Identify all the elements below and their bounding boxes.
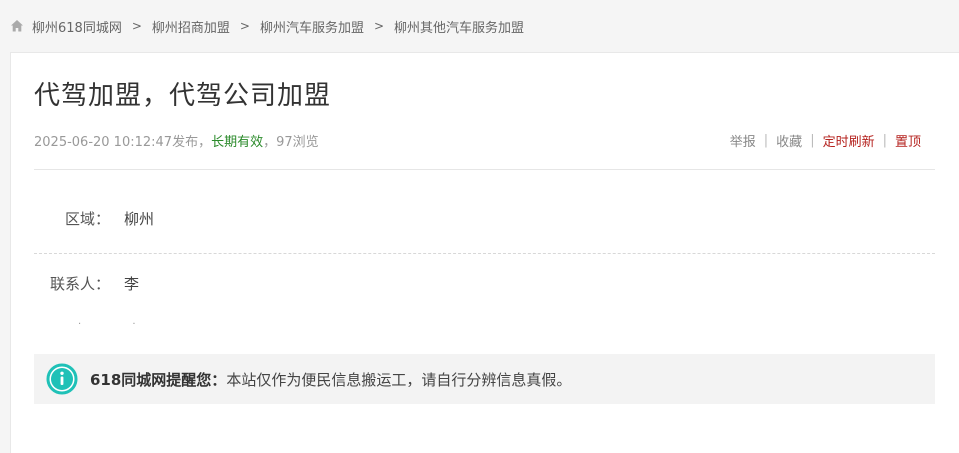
post-card: 代驾加盟，代驾公司加盟 2025-06-20 10:12:47发布，长期有效，9…	[10, 52, 959, 453]
region-value: 柳州	[124, 210, 155, 228]
notice-body: 本站仅作为便民信息搬运工，请自行分辨信息真假。	[226, 370, 572, 389]
field-divider	[34, 253, 935, 254]
region-row: 区域： 柳州	[34, 208, 935, 229]
notice-title: 618同城网提醒您：	[90, 370, 227, 389]
hidden-field-dots: · ·	[78, 319, 160, 330]
action-divider: |	[763, 133, 769, 148]
region-label: 区域：	[64, 210, 110, 228]
scheduled-refresh-link[interactable]: 定时刷新	[823, 131, 875, 150]
action-divider: |	[810, 133, 815, 148]
breadcrumb-item-other-auto-service[interactable]: 柳州其他汽车服务加盟	[394, 17, 524, 36]
notice-text: 618同城网提醒您：本站仅作为便民信息搬运工，请自行分辨信息真假。	[90, 369, 571, 390]
favorite-link[interactable]: 收藏	[776, 131, 802, 150]
home-icon[interactable]	[10, 19, 24, 33]
safety-notice: 618同城网提醒您：本站仅作为便民信息搬运工，请自行分辨信息真假。	[34, 354, 935, 404]
report-link[interactable]: 举报	[730, 131, 756, 150]
action-divider: |	[882, 133, 887, 148]
info-icon	[46, 363, 78, 395]
contact-row: 联系人： 李	[34, 273, 935, 294]
post-meta: 2025-06-20 10:12:47发布，长期有效，97浏览	[34, 131, 319, 150]
pin-link[interactable]: 置顶	[895, 131, 921, 150]
breadcrumb-separator: >	[239, 19, 250, 33]
breadcrumb-item-auto-service[interactable]: 柳州汽车服务加盟	[260, 17, 364, 36]
breadcrumb-item-franchise[interactable]: 柳州招商加盟	[152, 17, 230, 36]
view-count: ，97浏览	[263, 135, 319, 150]
publish-time: 2025-06-20 10:12:47发布，	[34, 135, 212, 150]
contact-value: 李	[124, 275, 140, 293]
page-title: 代驾加盟，代驾公司加盟	[34, 81, 332, 111]
validity-badge: 长期有效	[211, 135, 264, 150]
contact-label: 联系人：	[49, 275, 110, 293]
breadcrumb: 柳州618同城网 > 柳州招商加盟 > 柳州汽车服务加盟 > 柳州其他汽车服务加…	[0, 0, 959, 52]
breadcrumb-separator: >	[373, 19, 385, 33]
post-actions: 举报 | 收藏 | 定时刷新 | 置顶	[730, 131, 921, 150]
breadcrumb-item-site[interactable]: 柳州618同城网	[32, 17, 122, 36]
header-divider	[34, 169, 935, 170]
breadcrumb-separator: >	[131, 19, 142, 33]
